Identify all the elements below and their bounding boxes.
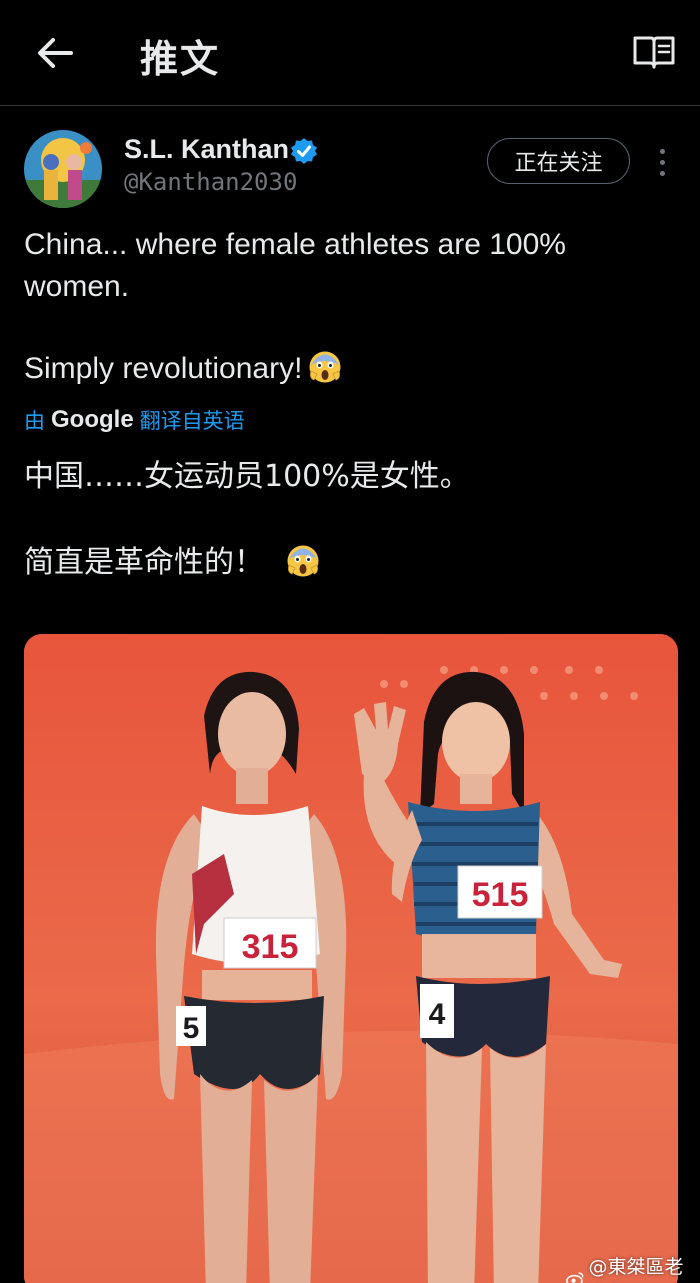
- bib-number-left: 315: [242, 928, 299, 966]
- tweet-text: China... where female athletes are 100% …: [24, 224, 674, 390]
- weibo-watermark: @東桀區老白兔: [566, 1252, 700, 1283]
- translation-suffix: 翻译自英语: [139, 409, 245, 433]
- side-number-right: 4: [429, 998, 446, 1031]
- following-button[interactable]: 正在关注: [487, 138, 630, 184]
- tweet-photo[interactable]: 315 5 515 4: [24, 634, 678, 1283]
- top-bar: 推文: [0, 0, 700, 106]
- back-button[interactable]: [30, 30, 80, 76]
- more-dot-icon: [659, 148, 665, 154]
- translation-prefix: 由: [24, 409, 45, 433]
- verified-badge-icon: [291, 138, 317, 164]
- more-dot-icon: [659, 159, 665, 165]
- page-title: 推文: [140, 37, 221, 81]
- avatar[interactable]: [24, 130, 102, 208]
- tweet-line-2-text: Simply revolutionary!: [24, 352, 303, 385]
- book-open-icon: [633, 36, 675, 69]
- screaming-face-emoji-icon: [287, 545, 319, 577]
- author-handle[interactable]: @Kanthan2030: [124, 168, 297, 196]
- weibo-logo-icon: [566, 1272, 584, 1283]
- tweet-line-2: Simply revolutionary!: [24, 348, 674, 390]
- more-options-button[interactable]: [648, 144, 676, 180]
- translated-line-2: 简直是革命性的！: [24, 541, 674, 585]
- watermark-text: @東桀區老白兔: [588, 1256, 684, 1278]
- google-logo-text: Google: [51, 406, 134, 433]
- translation-attribution[interactable]: 由 Google 翻译自英语: [24, 405, 245, 435]
- screaming-face-emoji-icon: [309, 351, 341, 383]
- reader-mode-button[interactable]: [628, 30, 680, 74]
- translated-tweet-text: 中国……女运动员100%是女性。 简直是革命性的！: [24, 455, 674, 585]
- more-dot-icon: [659, 170, 665, 176]
- side-number-left: 5: [183, 1012, 200, 1045]
- author-display-name[interactable]: S.L. Kanthan: [124, 134, 289, 165]
- translated-line-1: 中国……女运动员100%是女性。: [24, 459, 470, 494]
- bib-number-right: 515: [472, 876, 529, 914]
- arrow-left-icon: [38, 38, 73, 68]
- translated-line-2-text: 简直是革命性的！: [24, 545, 264, 580]
- tweet-line-1: China... where female athletes are 100% …: [24, 228, 566, 303]
